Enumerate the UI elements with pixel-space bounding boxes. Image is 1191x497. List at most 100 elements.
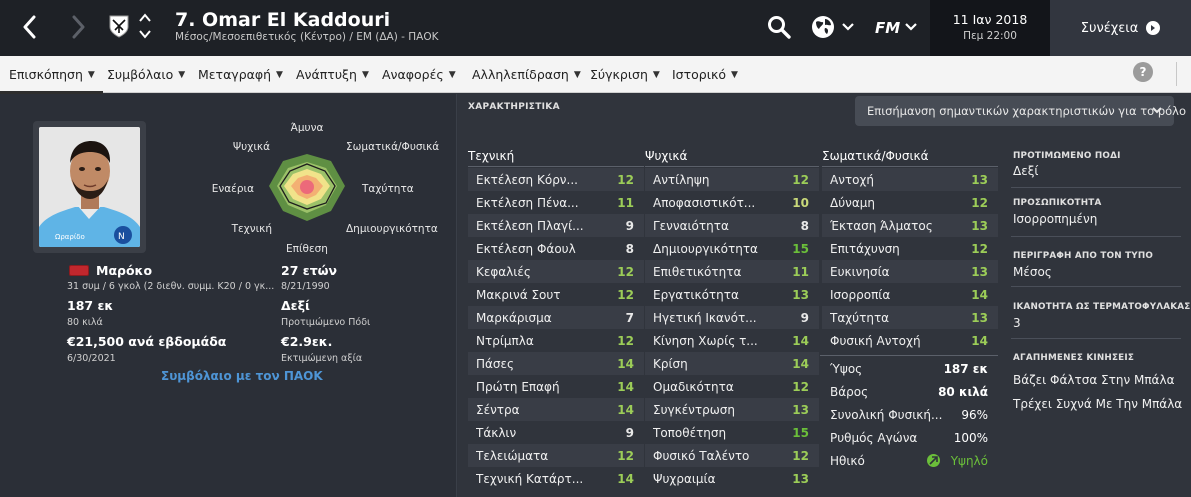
personality-value[interactable]: Ισορροπημένη [1013,212,1097,226]
search-button[interactable] [766,14,792,40]
attribute-row[interactable]: Εκτέλεση Κόρν... 12 [468,168,644,191]
attribute-row[interactable]: Τεχνική Κατάρτ... 14 [468,467,644,490]
highlight-role-dropdown[interactable]: Επισήμανση σημαντικών χαρακτηριστικών γι… [855,96,1186,126]
date-text: 11 Ιαν 2018 [952,12,1028,27]
favourite-move-item[interactable]: Τρέχει Συχνά Με Την Μπάλα [1013,397,1182,411]
fm-menu-button[interactable]: FM [873,13,921,41]
tab-transfer[interactable]: Μεταγραφή ▼ [198,56,283,93]
attribute-row[interactable]: Φυσικό Ταλέντο 12 [645,444,819,467]
attribute-value: 15 [792,241,809,256]
attribute-row[interactable]: Τοποθέτηση 15 [645,421,819,444]
continue-button[interactable]: Συνέχεια [1050,0,1191,56]
tab-contract[interactable]: Συμβόλαιο ▼ [107,56,185,93]
attribute-name: Κρίση [653,356,688,371]
attribute-row[interactable]: Ντρίμπλα 12 [468,329,644,352]
attribute-row[interactable]: Ηγετική Ικανότ... 9 [645,306,819,329]
attribute-row[interactable]: Βάρος 80 κιλά [822,380,998,403]
attribute-radar-chart: Άμυνα Σωματικά/Φυσικά Ταχύτητα Δημιουργι… [212,122,440,255]
attribute-name: Φυσικό Ταλέντο [653,448,750,463]
attribute-value: 12 [617,448,634,463]
attribute-row[interactable]: Εκτέλεση Φάουλ 8 [468,237,644,260]
club-crest-icon[interactable] [108,14,130,38]
attribute-value: 13 [792,287,809,302]
help-button[interactable]: ? [1133,62,1153,82]
attribute-row[interactable]: Πάσες 14 [468,352,644,375]
attribute-row[interactable]: Συγκέντρωση 13 [645,398,819,421]
attribute-row[interactable]: Έκταση Άλματος 13 [822,214,998,237]
attribute-row[interactable]: Εκτέλεση Πλαγί... 9 [468,214,644,237]
attribute-row[interactable]: Τάκλιν 9 [468,421,644,444]
attribute-value: 12 [617,264,634,279]
attribute-name: Πρώτη Επαφή [476,379,560,394]
chevron-left-icon [23,15,36,39]
attribute-row[interactable]: Ισορροπία 14 [822,283,998,306]
tab-interaction[interactable]: Αλληλεπίδραση ▼ [472,56,581,93]
attribute-row[interactable]: Επιθετικότητα 11 [645,260,819,283]
attribute-row[interactable]: Εκτέλεση Πένα... 11 [468,191,644,214]
favourite-move-item[interactable]: Βάζει Φάλτσα Στην Μπάλα [1013,373,1174,387]
player-position-subtitle: Μέσος/Μεσοεπιθετικός (Κέντρο) / ΕΜ (ΔΑ) … [175,31,439,43]
age-value: 27 ετών [281,263,338,278]
back-button[interactable] [18,12,42,42]
attribute-row[interactable]: Εργατικότητα 13 [645,283,819,306]
attribute-value: 14 [617,402,634,417]
attribute-row[interactable]: Μαρκάρισμα 7 [468,306,644,329]
chevron-down-icon: ▼ [448,69,456,80]
media-description-value[interactable]: Μέσος [1013,265,1052,279]
attribute-value: 80 κιλά [938,384,988,399]
attribute-row[interactable]: Κρίση 14 [645,352,819,375]
contract-link[interactable]: Συμβόλαιο με τον ΠΑΟΚ [161,369,323,383]
attribute-row[interactable]: Ομαδικότητα 12 [645,375,819,398]
forward-button[interactable] [66,12,90,42]
attribute-name: Συγκέντρωση [653,402,735,417]
svg-text:N: N [118,232,125,242]
tab-development[interactable]: Ανάπτυξη ▼ [296,56,369,93]
attribute-row[interactable]: Αντίληψη 12 [645,168,819,191]
attribute-row[interactable]: Συνολική Φυσική... 96% [822,403,998,426]
attribute-row[interactable]: Ψυχραιμία 13 [645,467,819,490]
attribute-row[interactable]: Φυσική Αντοχή 14 [822,329,998,352]
attribute-row[interactable]: Κίνηση Χωρίς τ... 14 [645,329,819,352]
divider [645,166,819,167]
tab-overview[interactable]: Επισκόπηση ▼ [0,56,103,94]
attribute-row[interactable]: Σέντρα 14 [468,398,644,421]
attribute-name: Σέντρα [476,402,520,417]
tab-history[interactable]: Ιστορικό ▼ [672,56,738,93]
technical-column-title: Τεχνική [468,149,515,163]
attribute-row[interactable]: Δημιουργικότητα 15 [645,237,819,260]
attributes-heading: ΧΑΡΑΚΤΗΡΙΣΤΙΚΑ [468,102,560,112]
attribute-row[interactable]: Πρώτη Επαφή 14 [468,375,644,398]
attribute-row[interactable]: Ευκινησία 13 [822,260,998,283]
attribute-row[interactable]: Δύναμη 12 [822,191,998,214]
attribute-row[interactable]: Αποφασιστικότ... 10 [645,191,819,214]
radar-label-mental: Ψυχικά [233,141,270,153]
attribute-row[interactable]: Τελειώματα 12 [468,444,644,467]
attribute-value: 13 [792,402,809,417]
preferred-foot-heading: ΠΡΟΤΙΜΩΜΕΝΟ ΠΟΔΙ [1013,151,1121,161]
tab-compare[interactable]: Σύγκριση ▼ [590,56,660,93]
attribute-value: 100% [953,430,988,445]
nationality[interactable]: Μαρόκο [96,263,152,278]
attribute-row[interactable]: Μακρινά Σουτ 12 [468,283,644,306]
player-switch-icon[interactable] [138,11,152,43]
attribute-row[interactable]: Ρυθμός Αγώνα 100% [822,426,998,449]
radar-label-physical: Σωματικά/Φυσικά [346,141,439,153]
attribute-value: 9 [625,218,634,233]
radar-center [300,180,314,194]
attribute-row[interactable]: Κεφαλιές 12 [468,260,644,283]
attribute-row[interactable]: Ταχύτητα 13 [822,306,998,329]
attribute-row[interactable]: Αντοχή 13 [822,168,998,191]
attribute-name: Ισορροπία [830,287,891,302]
radar-label-vision: Δημιουργικότητα [346,223,438,235]
attribute-value: 11 [792,264,809,279]
game-date[interactable]: 11 Ιαν 2018 Πεμ 22:00 [930,0,1050,56]
attribute-row[interactable]: Επιτάχυνση 12 [822,237,998,260]
attribute-value: 12 [617,172,634,187]
world-menu-button[interactable] [810,13,858,41]
attribute-value: 13 [971,218,988,233]
attribute-row[interactable]: Ύψος 187 εκ [822,357,998,380]
attribute-row[interactable]: Γενναιότητα 8 [645,214,819,237]
attribute-value: 13 [971,310,988,325]
attribute-row[interactable]: Ηθικό Υψηλό [822,449,998,472]
tab-reports[interactable]: Αναφορές ▼ [382,56,456,93]
